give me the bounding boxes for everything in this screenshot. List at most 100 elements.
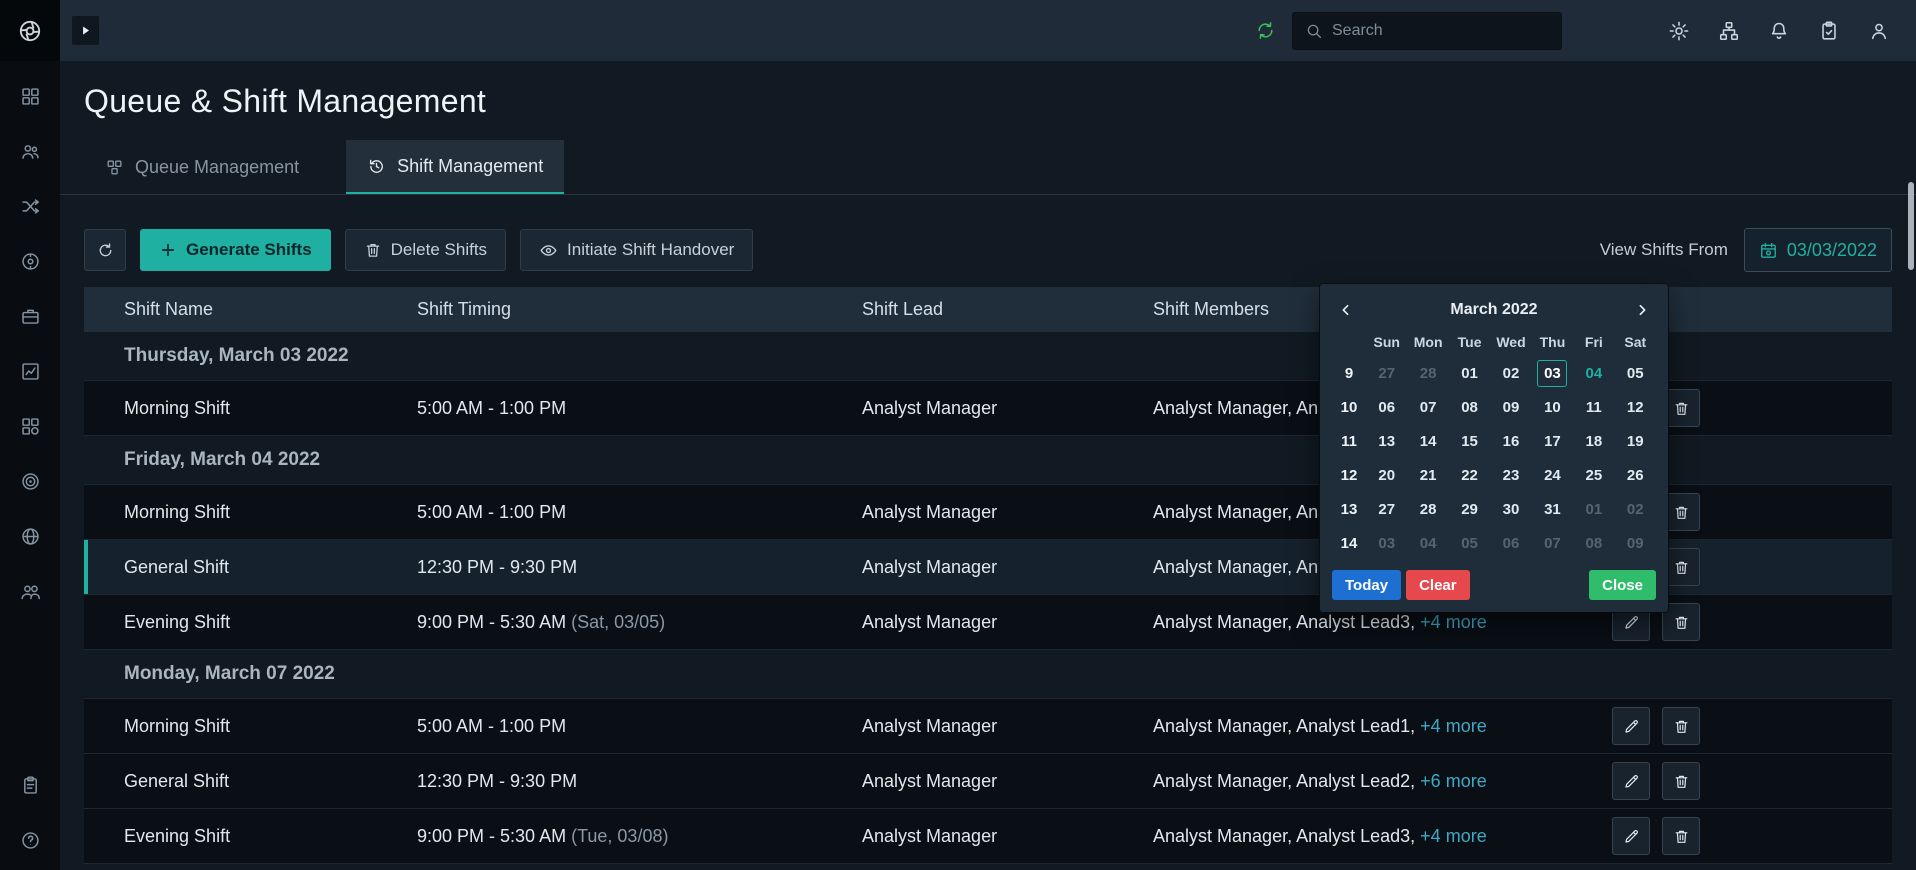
sidebar-item-globeq[interactable]: [0, 813, 60, 868]
sidebar-item-briefcase[interactable]: [0, 289, 60, 344]
profile-button[interactable]: [1868, 20, 1890, 42]
day-cell[interactable]: 19: [1620, 428, 1650, 455]
day-cell[interactable]: 06: [1496, 530, 1526, 557]
tasks-button[interactable]: [1818, 20, 1840, 42]
edit-shift-button[interactable]: [1612, 817, 1650, 855]
day-cell[interactable]: 27: [1372, 360, 1402, 387]
day-cell[interactable]: 03: [1372, 530, 1402, 557]
refresh-button[interactable]: [84, 229, 126, 271]
day-cell[interactable]: 07: [1537, 530, 1567, 557]
more-members-link[interactable]: +4 more: [1420, 826, 1487, 846]
search-input[interactable]: [1332, 21, 1549, 40]
scrollbar-thumb[interactable]: [1908, 182, 1914, 270]
row-actions: [1612, 707, 1892, 745]
day-cell[interactable]: 22: [1455, 462, 1485, 489]
search-box[interactable]: [1292, 11, 1562, 50]
shift-row[interactable]: Evening Shift 9:00 PM - 5:30 AM (Tue, 03/…: [84, 809, 1892, 864]
shift-timing-note: (Tue, 03/08): [571, 825, 669, 846]
more-members-link[interactable]: +4 more: [1420, 612, 1487, 632]
day-cell[interactable]: 02: [1496, 360, 1526, 387]
day-cell[interactable]: 06: [1372, 394, 1402, 421]
day-cell[interactable]: 28: [1413, 496, 1443, 523]
day-cell[interactable]: 14: [1413, 428, 1443, 455]
prev-month-button[interactable]: [1332, 296, 1360, 324]
day-cell[interactable]: 31: [1537, 496, 1567, 523]
edit-shift-button[interactable]: [1612, 762, 1650, 800]
sidebar-item-globe[interactable]: [0, 509, 60, 564]
day-cell[interactable]: 05: [1455, 530, 1485, 557]
day-cell[interactable]: 20: [1372, 462, 1402, 489]
grid-icon: [20, 86, 41, 107]
day-cell[interactable]: 01: [1455, 360, 1485, 387]
clear-button[interactable]: Clear: [1406, 570, 1470, 600]
day-cell[interactable]: 24: [1537, 462, 1567, 489]
shift-row[interactable]: General Shift 12:30 PM - 9:30 PM Analyst M…: [84, 754, 1892, 809]
view-date-picker-button[interactable]: 03/03/2022: [1743, 228, 1892, 272]
day-cell[interactable]: 02: [1620, 496, 1650, 523]
sidebar-item-chart[interactable]: [0, 344, 60, 399]
delete-shifts-button[interactable]: Delete Shifts: [344, 229, 507, 271]
play-icon: [79, 24, 92, 37]
delete-shift-button[interactable]: [1662, 817, 1700, 855]
sidebar-item-users[interactable]: [0, 124, 60, 179]
shuffle-icon: [20, 196, 41, 217]
day-cell[interactable]: 21: [1413, 462, 1443, 489]
sidebar-item-grid[interactable]: [0, 69, 60, 124]
delete-shift-button[interactable]: [1662, 707, 1700, 745]
next-month-button[interactable]: [1628, 296, 1656, 324]
day-cell[interactable]: 25: [1579, 462, 1609, 489]
day-cell[interactable]: 07: [1413, 394, 1443, 421]
shift-members: Analyst Manager, Analyst Lead1, +4 more: [1153, 715, 1487, 736]
day-cell[interactable]: 09: [1496, 394, 1526, 421]
generate-shifts-button[interactable]: Generate Shifts: [140, 229, 331, 271]
sidebar-item-bullseye[interactable]: [0, 454, 60, 509]
day-cell[interactable]: 09: [1620, 530, 1650, 557]
sidebar-item-clipboard[interactable]: [0, 758, 60, 813]
day-cell[interactable]: 08: [1579, 530, 1609, 557]
day-cell[interactable]: 05: [1620, 360, 1650, 387]
day-cell[interactable]: 11: [1579, 394, 1609, 421]
sidebar-item-disc[interactable]: [0, 234, 60, 289]
day-cell[interactable]: 15: [1455, 428, 1485, 455]
day-cell[interactable]: 26: [1620, 462, 1650, 489]
notifications-button[interactable]: [1768, 20, 1790, 42]
shift-row[interactable]: Morning Shift 5:00 AM - 1:00 PM Analyst Ma…: [84, 699, 1892, 754]
sidebar-item-blocks[interactable]: [0, 399, 60, 454]
sync-status-icon[interactable]: [1255, 20, 1276, 41]
day-cell[interactable]: 16: [1496, 428, 1526, 455]
day-cell[interactable]: 17: [1537, 428, 1567, 455]
edit-shift-button[interactable]: [1612, 707, 1650, 745]
day-cell[interactable]: 12: [1620, 394, 1650, 421]
day-cell[interactable]: 13: [1372, 428, 1402, 455]
close-button[interactable]: Close: [1589, 570, 1656, 600]
day-cell[interactable]: 04: [1413, 530, 1443, 557]
settings-button[interactable]: [1668, 20, 1690, 42]
shift-timing: 5:00 AM - 1:00 PM: [417, 397, 567, 418]
today-button[interactable]: Today: [1332, 570, 1402, 600]
day-cell[interactable]: 10: [1537, 394, 1567, 421]
app-logo[interactable]: [0, 0, 60, 61]
shift-name: Morning Shift: [124, 715, 231, 736]
day-cell[interactable]: 01: [1579, 496, 1609, 523]
more-members-link[interactable]: +6 more: [1420, 771, 1487, 791]
tabs: Queue Management Shift Management: [60, 140, 1916, 195]
day-cell[interactable]: 29: [1455, 496, 1485, 523]
tab-queue-management[interactable]: Queue Management: [84, 140, 320, 194]
tab-shift-management[interactable]: Shift Management: [346, 140, 565, 194]
selected-day-cell[interactable]: 03: [1537, 359, 1568, 387]
day-cell[interactable]: 28: [1413, 360, 1443, 387]
day-cell[interactable]: 23: [1496, 462, 1526, 489]
sidebar-item-shuffle[interactable]: [0, 179, 60, 234]
day-cell[interactable]: 04: [1579, 360, 1609, 387]
day-cell[interactable]: 08: [1455, 394, 1485, 421]
sidebar-expand-button[interactable]: [72, 16, 99, 45]
day-cell[interactable]: 27: [1372, 496, 1402, 523]
delete-shift-button[interactable]: [1662, 762, 1700, 800]
shift-timing-note: (Sat, 03/05): [571, 611, 666, 632]
day-cell[interactable]: 30: [1496, 496, 1526, 523]
sidebar-item-people[interactable]: [0, 564, 60, 619]
more-members-link[interactable]: +4 more: [1420, 716, 1487, 736]
initiate-handover-button[interactable]: Initiate Shift Handover: [520, 229, 754, 271]
integrations-button[interactable]: [1718, 20, 1740, 42]
day-cell[interactable]: 18: [1579, 428, 1609, 455]
